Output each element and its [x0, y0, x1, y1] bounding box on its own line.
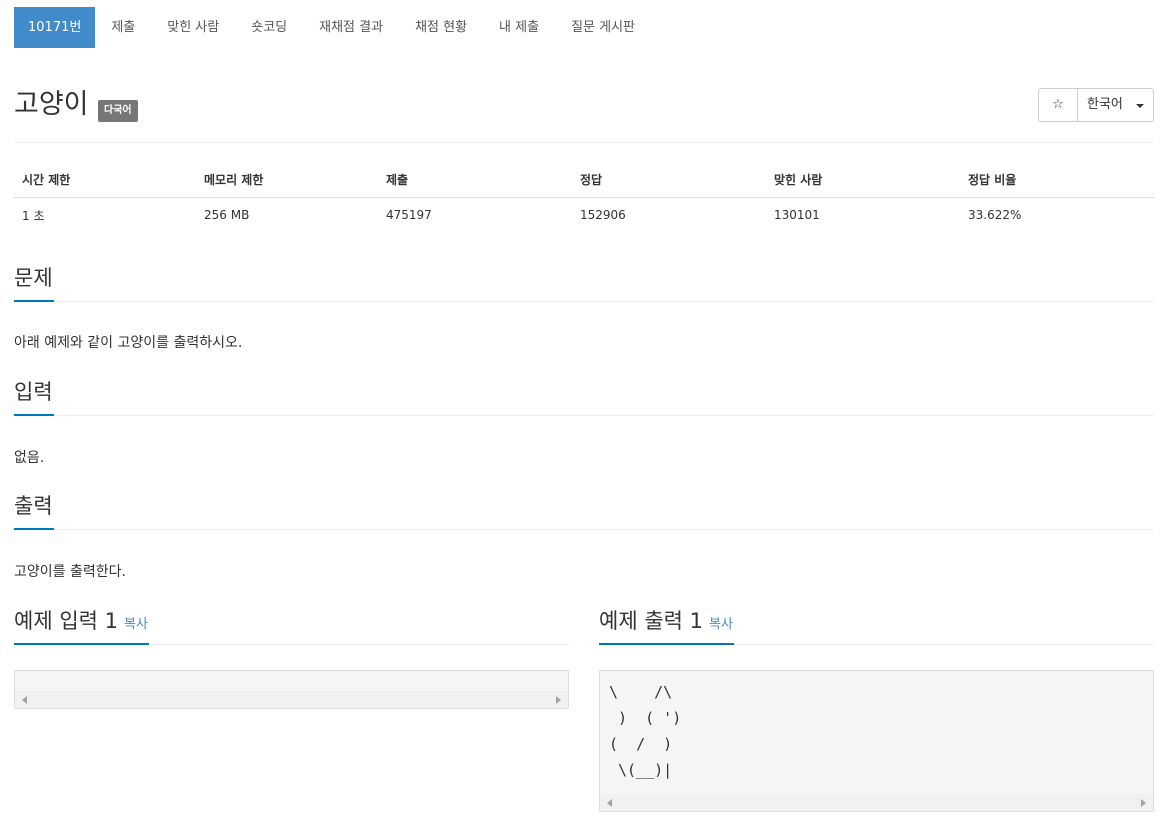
- header-accept-ratio: 정답 비율: [960, 163, 1154, 198]
- language-label: 한국어: [1087, 97, 1123, 112]
- header-solved-users: 맞힌 사람: [766, 163, 960, 198]
- sample-output-text: \ /\ ) ( ') ( / ) \(__)|: [609, 683, 682, 779]
- scroll-left-icon[interactable]: [22, 696, 27, 704]
- accepted-value: 152906: [580, 208, 626, 223]
- sample-output-scrollbar[interactable]: [600, 794, 1153, 811]
- input-description: 없음.: [14, 450, 45, 466]
- multilang-badge: 다국어: [98, 100, 138, 122]
- tab-solved-users[interactable]: 맞힌 사람: [151, 7, 235, 48]
- table-row: 1 초 256 MB 475197 152906 130101 33.622%: [14, 197, 1154, 233]
- tab-question-board[interactable]: 질문 게시판: [555, 7, 651, 48]
- tab-short-coding[interactable]: 숏코딩: [235, 7, 303, 48]
- sample-input-heading: 예제 입력 1 복사: [14, 607, 149, 645]
- sample-output-title: 예제 출력 1: [599, 609, 703, 633]
- sample-input-box[interactable]: [14, 670, 569, 709]
- problem-title-row: 고양이 다국어 ☆ 한국어: [14, 88, 1154, 128]
- problem-tabs: 10171번 제출 맞힌 사람 숏코딩 재채점 결과 채점 현황 내 제출 질문…: [14, 7, 651, 48]
- title-actions: ☆ 한국어: [1038, 88, 1154, 122]
- submissions-value: 475197: [386, 208, 432, 223]
- copy-sample-input-button[interactable]: 복사: [124, 617, 148, 632]
- scroll-left-icon[interactable]: [607, 799, 612, 807]
- sample-output-section-heading: 예제 출력 1 복사: [599, 607, 1154, 645]
- sample-input-section-heading: 예제 입력 1 복사: [14, 607, 569, 645]
- scroll-right-icon[interactable]: [556, 696, 561, 704]
- star-icon: ☆: [1052, 97, 1064, 112]
- sample-input-scrollbar[interactable]: [15, 691, 568, 708]
- star-button[interactable]: ☆: [1038, 88, 1078, 122]
- problem-heading: 문제: [14, 264, 54, 302]
- problem-description: 아래 예제와 같이 고양이를 출력하시오.: [14, 335, 243, 351]
- tab-rejudge-results[interactable]: 재채점 결과: [303, 7, 399, 48]
- output-heading: 출력: [14, 492, 54, 530]
- time-limit-value: 1 초: [22, 208, 45, 223]
- scroll-right-icon[interactable]: [1141, 799, 1146, 807]
- header-memory-limit: 메모리 제한: [196, 163, 378, 198]
- caret-down-icon: [1136, 104, 1144, 108]
- sample-input-title: 예제 입력 1: [14, 609, 118, 633]
- sample-output-box[interactable]: \ /\ ) ( ') ( / ) \(__)|: [599, 670, 1154, 812]
- tab-judge-status[interactable]: 채점 현황: [399, 7, 483, 48]
- header-time-limit: 시간 제한: [14, 163, 196, 198]
- sample-output-heading: 예제 출력 1 복사: [599, 607, 734, 645]
- header-accepted: 정답: [572, 163, 766, 198]
- page-title: 고양이: [14, 89, 89, 120]
- output-description: 고양이를 출력한다.: [14, 564, 126, 580]
- header-submissions: 제출: [378, 163, 572, 198]
- sample-input-text: [15, 671, 568, 679]
- table-header-row: 시간 제한 메모리 제한 제출 정답 맞힌 사람 정답 비율: [14, 163, 1154, 198]
- tab-submit[interactable]: 제출: [95, 7, 151, 48]
- language-dropdown[interactable]: 한국어: [1078, 88, 1154, 122]
- copy-sample-output-button[interactable]: 복사: [709, 617, 733, 632]
- title-divider: [14, 142, 1154, 143]
- input-heading: 입력: [14, 378, 54, 416]
- accept-ratio-value: 33.622%: [968, 208, 1022, 223]
- output-section-heading: 출력: [14, 492, 1154, 530]
- solved-users-value: 130101: [774, 208, 820, 223]
- tab-my-submissions[interactable]: 내 제출: [483, 7, 555, 48]
- input-section-heading: 입력: [14, 378, 1154, 416]
- memory-limit-value: 256 MB: [204, 208, 250, 223]
- problem-info-table: 시간 제한 메모리 제한 제출 정답 맞힌 사람 정답 비율 1 초 256 M…: [14, 163, 1154, 233]
- tab-problem[interactable]: 10171번: [14, 7, 96, 48]
- problem-section-heading: 문제: [14, 264, 1154, 302]
